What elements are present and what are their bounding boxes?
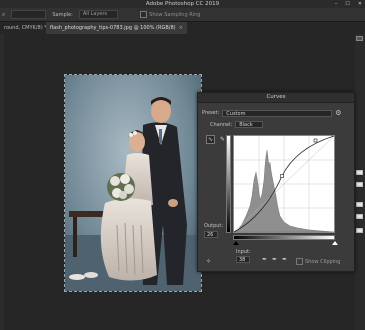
- black-eyedropper-icon[interactable]: ✒: [260, 255, 269, 264]
- curve-graph[interactable]: [233, 135, 335, 233]
- curves-header: Curves: [198, 93, 354, 103]
- curve-point-icon[interactable]: ∿: [206, 135, 215, 144]
- checkbox-box[interactable]: [296, 258, 303, 265]
- input-label: Input:: [236, 249, 251, 255]
- input-field[interactable]: 38: [236, 256, 250, 263]
- photo-canvas[interactable]: [64, 74, 202, 292]
- title-bar: Adobe Photoshop CC 2019 – ☐ ✕: [0, 0, 365, 8]
- tab-label: round, CMYK/8) *: [4, 25, 47, 31]
- output-gradient-bar: [226, 135, 231, 233]
- gear-icon[interactable]: ⚙: [335, 109, 341, 117]
- tab-document-2[interactable]: flash_photography_tips-0783.jpg @ 100% (…: [46, 22, 187, 34]
- options-bar: ⌕ Sample: All Layers Show Sampling Ring: [0, 8, 365, 22]
- panel-icon[interactable]: [356, 214, 363, 219]
- auto-adjust-icon[interactable]: ✧: [204, 257, 213, 266]
- checkbox-box[interactable]: [140, 11, 148, 18]
- output-field[interactable]: 26: [204, 231, 218, 238]
- panel-icon[interactable]: [356, 36, 363, 41]
- tab-label: flash_photography_tips-0783.jpg @ 100% (…: [50, 25, 176, 31]
- sample-size-select[interactable]: [11, 10, 47, 19]
- eyedropper-tool-icon[interactable]: ⌕: [2, 11, 5, 19]
- histogram-curve: [234, 136, 334, 232]
- gray-eyedropper-icon[interactable]: ✒: [270, 255, 279, 264]
- white-eyedropper-icon[interactable]: ✒: [280, 255, 289, 264]
- channel-label: Channel:: [210, 121, 233, 128]
- wedding-photo-image: [65, 75, 201, 291]
- show-clipping-checkbox[interactable]: Show Clipping: [296, 258, 340, 265]
- curves-dialog: Curves Preset: Custom ⚙ Channel: Black ∿…: [197, 92, 355, 272]
- panel-icon[interactable]: [356, 228, 363, 233]
- channel-select[interactable]: Black: [235, 121, 264, 128]
- curves-title: Curves: [266, 94, 286, 100]
- panel-icon[interactable]: [356, 182, 363, 187]
- window-title: Adobe Photoshop CC 2019: [145, 1, 220, 7]
- input-gradient-bar: [233, 235, 335, 240]
- output-label: Output:: [204, 223, 224, 229]
- white-point-slider[interactable]: [332, 241, 338, 245]
- preset-select[interactable]: Custom: [222, 109, 333, 117]
- panel-icon[interactable]: [356, 170, 363, 175]
- sample-select[interactable]: All Layers: [78, 10, 119, 19]
- sample-label: Sample:: [52, 11, 73, 18]
- maximize-icon[interactable]: ☐: [345, 0, 349, 8]
- show-sampling-ring-label: Show Sampling Ring: [149, 11, 201, 18]
- right-panel-dock: [355, 34, 365, 330]
- preset-label: Preset:: [202, 110, 220, 116]
- show-clipping-label: Show Clipping: [305, 258, 341, 265]
- close-icon[interactable]: ✕: [358, 0, 362, 8]
- panel-icon[interactable]: [356, 202, 363, 207]
- tab-close-icon[interactable]: ×: [179, 25, 183, 31]
- minimize-icon[interactable]: –: [335, 0, 338, 8]
- black-point-slider[interactable]: [233, 241, 239, 245]
- show-sampling-ring-checkbox[interactable]: Show Sampling Ring: [140, 11, 200, 18]
